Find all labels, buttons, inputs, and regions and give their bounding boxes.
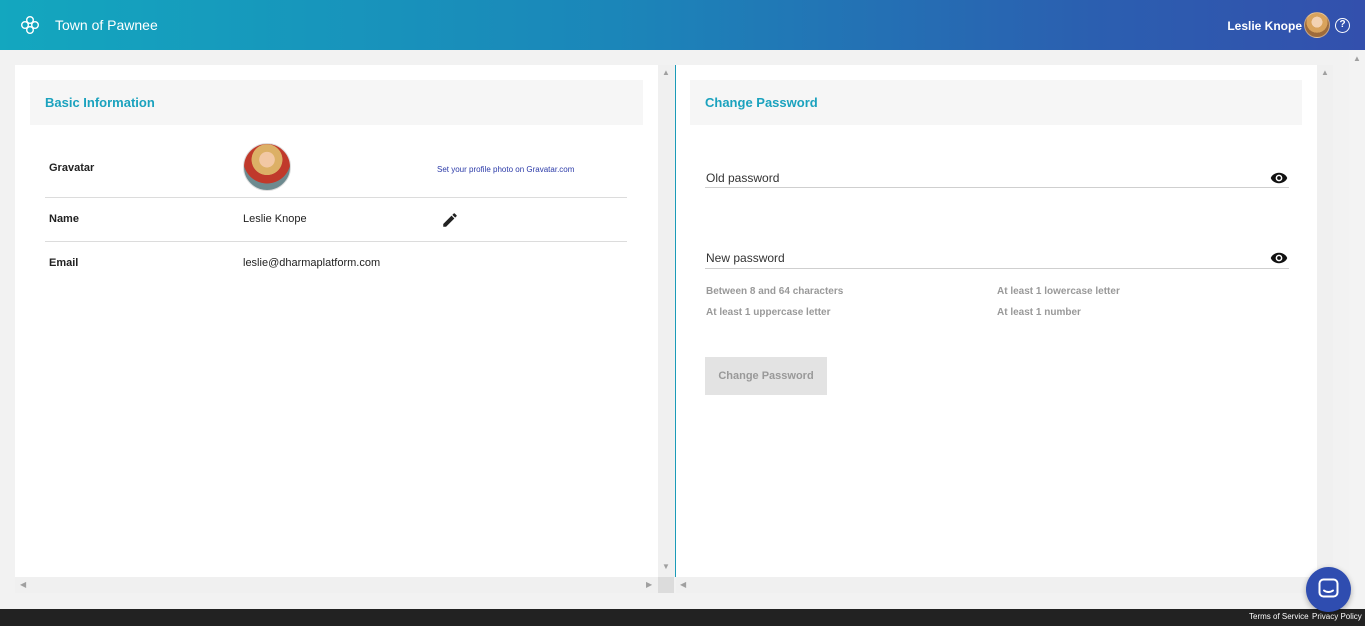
email-label: Email <box>49 257 79 269</box>
user-avatar[interactable] <box>1304 12 1330 38</box>
scrollbar-corner <box>658 577 674 593</box>
change-password-button[interactable]: Change Password <box>705 357 827 395</box>
eye-icon[interactable] <box>1270 252 1288 264</box>
left-vertical-scrollbar[interactable]: ▲ ▼ <box>658 65 674 577</box>
gravatar-label: Gravatar <box>49 162 95 174</box>
change-password-title: Change Password <box>705 95 818 110</box>
chat-launcher-button[interactable] <box>1306 567 1351 612</box>
new-password-label[interactable]: New password <box>706 251 785 265</box>
top-header: Town of Pawnee Leslie Knope ? <box>0 0 1365 50</box>
old-password-label[interactable]: Old password <box>706 171 779 185</box>
right-horizontal-scrollbar[interactable]: ◀ <box>676 577 1317 593</box>
scroll-up-arrow-icon[interactable]: ▲ <box>1353 55 1361 63</box>
chat-icon <box>1318 578 1339 598</box>
old-password-input[interactable] <box>705 187 1289 188</box>
page-vertical-scrollbar[interactable]: ▲ <box>1349 50 1365 609</box>
scroll-left-arrow-icon[interactable]: ◀ <box>680 581 686 589</box>
footer: Terms of Service Privacy Policy <box>0 609 1365 626</box>
email-value: leslie@dharmaplatform.com <box>243 257 381 269</box>
row-divider <box>45 197 627 198</box>
basic-info-header: Basic Information <box>30 80 643 125</box>
left-horizontal-scrollbar[interactable]: ◀ ▶ <box>15 577 658 593</box>
name-value: Leslie Knope <box>243 213 307 225</box>
scroll-left-arrow-icon[interactable]: ◀ <box>20 581 26 589</box>
scroll-right-arrow-icon[interactable]: ▶ <box>646 581 652 589</box>
help-icon[interactable]: ? <box>1335 18 1350 33</box>
scroll-down-arrow-icon[interactable]: ▼ <box>662 563 670 571</box>
name-label: Name <box>49 213 79 225</box>
pencil-icon[interactable] <box>441 211 459 229</box>
requirement-number: At least 1 number <box>997 307 1081 318</box>
terms-of-service-link[interactable]: Terms of Service <box>1249 612 1309 621</box>
gravatar-link[interactable]: Set your profile photo on Gravatar.com <box>437 165 574 174</box>
requirement-length: Between 8 and 64 characters <box>706 286 844 297</box>
row-divider <box>45 241 627 242</box>
privacy-policy-link[interactable]: Privacy Policy <box>1312 612 1362 621</box>
basic-info-panel: Basic Information Gravatar Set your prof… <box>15 65 658 577</box>
change-password-panel: Change Password Old password New passwor… <box>676 65 1317 577</box>
profile-avatar <box>243 143 291 191</box>
scroll-up-arrow-icon[interactable]: ▲ <box>662 69 670 77</box>
user-name[interactable]: Leslie Knope <box>1227 19 1302 33</box>
flower-logo-icon[interactable] <box>20 15 40 35</box>
right-vertical-scrollbar[interactable]: ▲ <box>1317 65 1333 577</box>
requirement-uppercase: At least 1 uppercase letter <box>706 307 831 318</box>
basic-info-title: Basic Information <box>45 95 155 110</box>
app-title[interactable]: Town of Pawnee <box>55 17 158 33</box>
change-password-header: Change Password <box>690 80 1302 125</box>
new-password-input[interactable] <box>705 268 1289 269</box>
scroll-up-arrow-icon[interactable]: ▲ <box>1321 69 1329 77</box>
eye-icon[interactable] <box>1270 172 1288 184</box>
requirement-lowercase: At least 1 lowercase letter <box>997 286 1120 297</box>
